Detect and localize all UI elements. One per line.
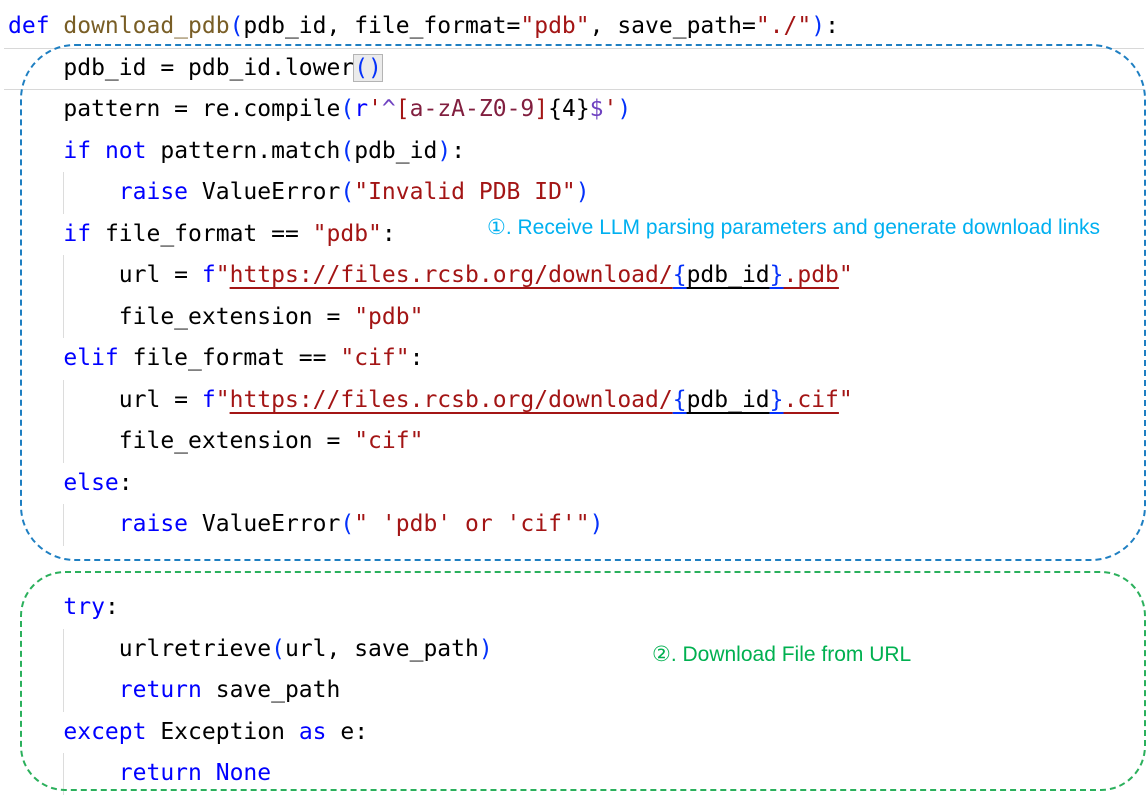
annotation-box-step1 bbox=[20, 44, 1146, 561]
code-line: def download_pdb(pdb_id, file_format="pd… bbox=[8, 6, 1148, 48]
code-token: ) bbox=[811, 13, 826, 39]
code-token: "pdb" bbox=[520, 13, 590, 39]
code-token: "./" bbox=[755, 13, 812, 39]
code-token: def bbox=[8, 13, 64, 39]
code-token: download_pdb bbox=[63, 13, 230, 39]
code-token: ( bbox=[229, 13, 244, 39]
annotation-box-step2 bbox=[20, 571, 1146, 791]
annotation-step1-label: ①. Receive LLM parsing parameters and ge… bbox=[487, 216, 1100, 239]
annotation-step2-label: ②. Download File from URL bbox=[652, 643, 912, 666]
code-token: = bbox=[741, 13, 756, 39]
code-token: pdb_id, file_format bbox=[243, 13, 507, 39]
code-token: : bbox=[825, 13, 839, 39]
code-token: , save_path bbox=[589, 13, 742, 39]
code-token: = bbox=[506, 13, 521, 39]
code-screenshot: { "colors": { "keyword": "#0000FF", "str… bbox=[0, 0, 1148, 800]
